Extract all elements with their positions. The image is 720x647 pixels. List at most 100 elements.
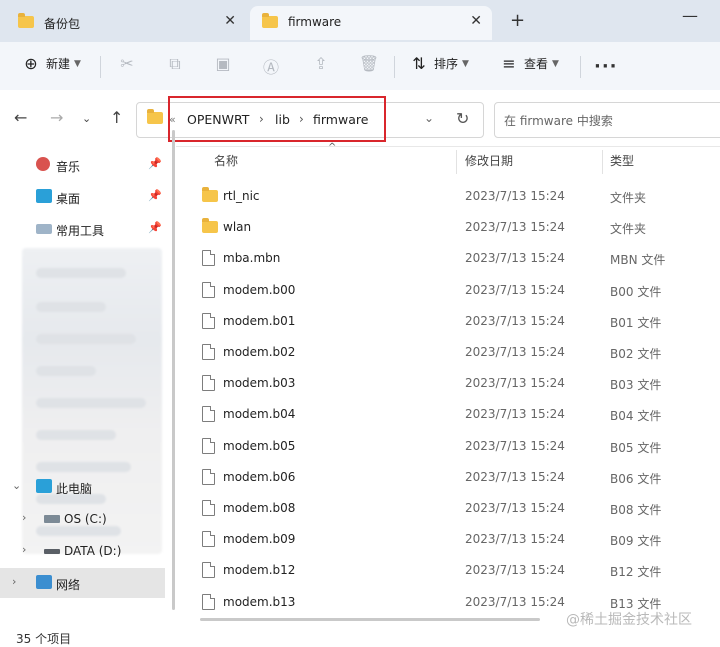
file-date: 2023/7/13 15:24 xyxy=(465,251,565,266)
table-row[interactable]: modem.b03 2023/7/13 15:24 B03 文件 xyxy=(190,367,720,398)
chevron-down-icon: ▼ xyxy=(462,58,469,69)
table-row[interactable]: modem.b02 2023/7/13 15:24 B02 文件 xyxy=(190,336,720,367)
table-row[interactable]: mba.mbn 2023/7/13 15:24 MBN 文件 xyxy=(190,242,720,273)
sidebar-item-label: OS (C:) xyxy=(64,512,107,526)
file-date: 2023/7/13 15:24 xyxy=(465,282,565,297)
divider xyxy=(580,56,581,78)
cut-button[interactable]: ✂ xyxy=(116,54,138,73)
computer-icon xyxy=(36,479,52,493)
sidebar-item-label: 网络 xyxy=(56,578,81,592)
sort-icon: ⇅ xyxy=(412,54,426,73)
table-row[interactable]: rtl_nic 2023/7/13 15:24 文件夹 xyxy=(190,180,720,211)
chevron-right-icon[interactable]: › xyxy=(12,575,16,588)
table-row[interactable]: wlan 2023/7/13 15:24 文件夹 xyxy=(190,211,720,242)
horizontal-scrollbar[interactable] xyxy=(200,618,540,621)
file-type: B08 文件 xyxy=(610,503,662,517)
file-type: B01 文件 xyxy=(610,315,662,330)
sidebar-item-network[interactable]: › 网络 xyxy=(0,568,165,598)
new-tab-button[interactable]: + xyxy=(510,10,525,31)
recent-locations-button[interactable]: ⌄ xyxy=(82,112,91,125)
file-icon xyxy=(202,406,215,423)
table-row[interactable]: modem.b00 2023/7/13 15:24 B00 文件 xyxy=(190,274,720,305)
sidebar-item-this-pc[interactable]: ⌄ 此电脑 xyxy=(0,472,165,502)
table-row[interactable]: modem.b01 2023/7/13 15:24 B01 文件 xyxy=(190,305,720,336)
file-name: modem.b03 xyxy=(223,376,296,391)
file-type: MBN 文件 xyxy=(610,253,666,268)
chevron-down-icon: ▼ xyxy=(552,58,559,69)
watermark: @稀土掘金技术社区 xyxy=(566,612,692,628)
sidebar-item-music[interactable]: 音乐 📌 xyxy=(0,150,165,180)
column-divider[interactable] xyxy=(456,150,457,174)
file-name: modem.b01 xyxy=(223,313,296,328)
pin-icon[interactable]: 📌 xyxy=(148,157,162,170)
file-date: 2023/7/13 15:24 xyxy=(465,376,565,391)
scissors-icon: ✂ xyxy=(120,54,134,73)
up-button[interactable]: ↑ xyxy=(110,108,123,127)
copy-button[interactable]: ⧉ xyxy=(164,54,186,74)
delete-button[interactable]: 🗑 xyxy=(358,54,380,73)
sidebar-item-data-d[interactable]: › DATA (D:) xyxy=(0,536,165,566)
file-type: B02 文件 xyxy=(610,347,662,361)
network-icon xyxy=(36,575,52,589)
share-button[interactable]: ⇪ xyxy=(310,54,332,73)
file-name: modem.b02 xyxy=(223,345,296,359)
close-icon[interactable]: ✕ xyxy=(224,13,236,29)
music-icon xyxy=(36,157,50,171)
chevron-right-icon[interactable]: › xyxy=(22,543,26,556)
file-name: modem.b06 xyxy=(223,469,296,484)
minimize-button[interactable]: — xyxy=(682,6,698,25)
view-button[interactable]: ≡ 查看 ▼ xyxy=(498,54,559,73)
chevron-down-icon[interactable]: ⌄ xyxy=(424,111,434,125)
forward-button[interactable]: → xyxy=(50,108,63,127)
chevron-down-icon[interactable]: ⌄ xyxy=(12,479,21,492)
rename-button[interactable]: Ⓐ xyxy=(260,54,282,78)
view-label: 查看 xyxy=(524,57,549,71)
search-input[interactable]: 在 firmware 中搜索 xyxy=(494,102,720,138)
more-options-button[interactable]: ··· xyxy=(594,56,618,77)
sidebar-item-label: DATA (D:) xyxy=(64,544,122,558)
table-row[interactable]: modem.b12 2023/7/13 15:24 B12 文件 xyxy=(190,554,720,585)
highlight-box xyxy=(168,96,386,142)
table-row[interactable]: modem.b08 2023/7/13 15:24 B08 文件 xyxy=(190,492,720,523)
pin-icon[interactable]: 📌 xyxy=(148,189,162,202)
column-header-name[interactable]: 名称 xyxy=(214,152,238,169)
file-name: wlan xyxy=(223,220,252,235)
tab-bar: 备份包 ✕ firmware ✕ + — xyxy=(0,0,720,42)
sidebar-item-label: 桌面 xyxy=(56,192,81,206)
paste-button[interactable]: ▣ xyxy=(212,54,234,73)
table-row[interactable]: modem.b09 2023/7/13 15:24 B09 文件 xyxy=(190,523,720,554)
refresh-icon[interactable]: ↻ xyxy=(456,109,469,128)
file-date: 2023/7/13 15:24 xyxy=(465,563,565,578)
sort-button[interactable]: ⇅ 排序 ▼ xyxy=(408,54,469,73)
tab-firmware[interactable]: firmware ✕ xyxy=(250,6,492,40)
file-icon xyxy=(202,593,215,610)
file-list: ^ 名称 修改日期 类型 rtl_nic 2023/7/13 15:24 文件夹 wl… xyxy=(190,142,720,616)
tab-label: 备份包 xyxy=(44,17,81,31)
column-header-type[interactable]: 类型 xyxy=(610,152,634,169)
file-name: rtl_nic xyxy=(223,189,260,203)
close-icon[interactable]: ✕ xyxy=(470,13,482,29)
sidebar-scrollbar[interactable] xyxy=(172,130,175,610)
file-icon xyxy=(202,468,215,485)
new-button[interactable]: ⊕ 新建 ▼ xyxy=(20,54,81,73)
file-type: B03 文件 xyxy=(610,378,662,393)
table-row[interactable]: modem.b06 2023/7/13 15:24 B06 文件 xyxy=(190,461,720,492)
folder-icon xyxy=(18,13,34,28)
drive-icon xyxy=(44,549,60,554)
file-name: modem.b12 xyxy=(223,563,296,578)
column-header-date[interactable]: 修改日期 xyxy=(465,152,513,169)
tab-backup[interactable]: 备份包 ✕ xyxy=(6,6,246,40)
pin-icon[interactable]: 📌 xyxy=(148,221,162,234)
table-row[interactable]: modem.b04 2023/7/13 15:24 B04 文件 xyxy=(190,398,720,429)
column-divider[interactable] xyxy=(602,150,603,174)
table-row[interactable]: modem.b05 2023/7/13 15:24 B05 文件 xyxy=(190,430,720,461)
chevron-right-icon[interactable]: › xyxy=(22,511,26,524)
plus-circle-icon: ⊕ xyxy=(24,54,38,73)
sidebar-item-os-c[interactable]: › OS (C:) xyxy=(0,504,165,534)
file-type: B05 文件 xyxy=(610,440,662,455)
file-icon xyxy=(202,312,215,329)
sidebar-item-tools[interactable]: 常用工具 📌 xyxy=(0,214,165,244)
sidebar-item-desktop[interactable]: 桌面 📌 xyxy=(0,182,165,212)
back-button[interactable]: ← xyxy=(14,108,27,127)
sort-ascending-icon: ^ xyxy=(328,142,337,153)
